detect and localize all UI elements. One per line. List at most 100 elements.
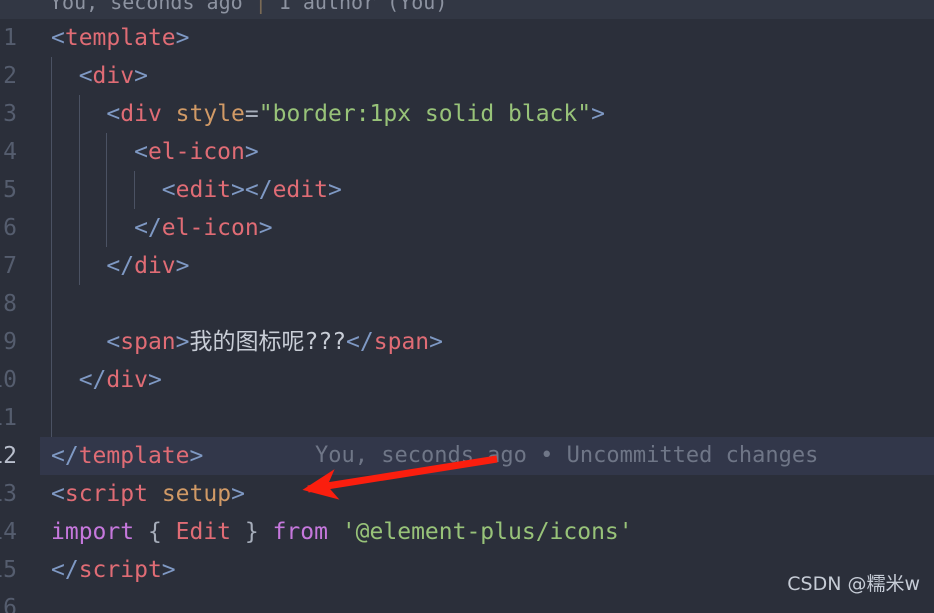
code-line-text: <div style="border:1px solid black"> (40, 95, 605, 133)
token-punct: > (258, 215, 273, 241)
token-punct: > (147, 367, 162, 393)
token-attr: setup (161, 481, 232, 507)
line-number-14: 14 (0, 519, 17, 545)
indent-guide (106, 133, 108, 247)
token-punct: > (244, 139, 259, 165)
code-line-13[interactable]: <script setup> (40, 475, 934, 513)
code-line-text: <edit></edit> (40, 171, 342, 209)
code-line-1[interactable]: <template> (40, 19, 934, 57)
token-punct: < (51, 101, 121, 127)
line-number-10: 10 (0, 367, 17, 393)
csdn-watermark: CSDN @糯米w (787, 573, 920, 595)
token-punct: ></ (231, 177, 273, 203)
code-line-text: </el-icon> (40, 209, 273, 247)
token-punct: > (175, 253, 190, 279)
token-punct: > (591, 101, 605, 127)
code-line-6[interactable]: </el-icon> (40, 209, 934, 247)
token-punct: </ (51, 367, 107, 393)
token-tag: template (78, 443, 190, 469)
token-eq (162, 101, 176, 127)
token-punct: > (175, 25, 190, 51)
token-tag: edit (272, 177, 328, 203)
token-punct: > (134, 63, 148, 89)
line-number-4: 4 (3, 139, 17, 165)
code-line-text: import { Edit } from '@element-plus/icon… (40, 513, 633, 551)
indent-guide (51, 57, 52, 437)
code-line-2[interactable]: <div> (40, 57, 934, 95)
token-punct: < (51, 177, 176, 203)
token-tag: el-icon (161, 215, 259, 241)
token-punct: > (327, 177, 342, 203)
code-line-text: </template> (40, 437, 203, 475)
code-line-8[interactable] (40, 285, 934, 323)
code-line-text: </script> (40, 551, 176, 589)
code-line-text: </div> (40, 247, 190, 285)
line-number-9: 9 (3, 329, 17, 355)
line-number-7: 7 (3, 253, 17, 279)
code-line-4[interactable]: <el-icon> (40, 133, 934, 171)
token-punct: </ (346, 329, 374, 355)
token-punct: > (231, 481, 245, 507)
token-brace: { (134, 519, 176, 545)
token-tag: div (120, 101, 162, 127)
token-eq: = (244, 101, 259, 127)
code-line-text: <template> (40, 19, 190, 57)
code-line-7[interactable]: </div> (40, 247, 934, 285)
blame-header-authors: 1 author (You) (266, 0, 448, 14)
token-punct: < (51, 481, 65, 507)
token-tag: div (106, 367, 148, 393)
token-text: 我的图标呢??? (189, 329, 347, 355)
line-number-gutter: 12345678910111213141516 (0, 19, 40, 613)
indent-guide (134, 171, 136, 209)
token-punct: > (189, 443, 204, 469)
line-number-3: 3 (3, 101, 17, 127)
code-line-11[interactable] (40, 399, 934, 437)
token-punct: > (161, 557, 176, 583)
token-ident: Edit (175, 519, 232, 545)
token-tag: script (64, 481, 148, 507)
token-kw: import (51, 519, 135, 545)
code-line-12[interactable]: </template> You, seconds ago • Uncommitte… (40, 437, 934, 475)
line-number-11: 11 (0, 405, 17, 431)
token-eq (148, 481, 162, 507)
line-number-8: 8 (3, 291, 17, 317)
token-tag: div (92, 63, 135, 89)
code-line-14[interactable]: import { Edit } from '@element-plus/icon… (40, 513, 934, 551)
git-blame-header: You, seconds ago | 1 author (You) (0, 0, 934, 19)
code-line-10[interactable]: </div> (40, 361, 934, 399)
line-number-5: 5 (3, 177, 17, 203)
blame-header-author-time: You, seconds ago (50, 0, 255, 14)
token-attr: style (175, 101, 245, 127)
line-number-2: 2 (3, 63, 17, 89)
inline-git-blame: You, seconds ago • Uncommitted changes (315, 443, 819, 468)
code-line-5[interactable]: <edit></edit> (40, 171, 934, 209)
token-punct: < (51, 25, 65, 51)
token-punct: </ (51, 253, 135, 279)
token-string: "border:1px solid black" (258, 101, 592, 127)
line-number-12: 12 (0, 443, 17, 469)
line-number-13: 13 (0, 481, 17, 507)
token-punct: < (51, 139, 148, 165)
line-number-16: 16 (0, 595, 17, 613)
code-line-text: <script setup> (40, 475, 245, 513)
token-punct: < (51, 63, 93, 89)
token-punct: > (429, 329, 443, 355)
code-line-9[interactable]: <span>我的图标呢???</span> (40, 323, 934, 361)
code-content-area[interactable]: <template> <div> <div style="border:1px … (40, 19, 934, 613)
token-brace: } (231, 519, 273, 545)
token-tag: span (120, 329, 176, 355)
line-number-6: 6 (3, 215, 17, 241)
token-punct: < (51, 329, 121, 355)
code-line-3[interactable]: <div style="border:1px solid black"> (40, 95, 934, 133)
token-tag: el-icon (147, 139, 245, 165)
code-line-text: <el-icon> (40, 133, 259, 171)
blame-header-separator: | (254, 0, 267, 14)
token-tag: div (134, 253, 176, 279)
line-number-1: 1 (3, 25, 17, 51)
token-punct: </ (51, 443, 79, 469)
code-editor-screenshot: You, seconds ago | 1 author (You) 123456… (0, 0, 934, 613)
token-tag: template (64, 25, 176, 51)
token-kw: from (272, 519, 328, 545)
token-tag: span (373, 329, 430, 355)
line-number-15: 15 (0, 557, 17, 583)
